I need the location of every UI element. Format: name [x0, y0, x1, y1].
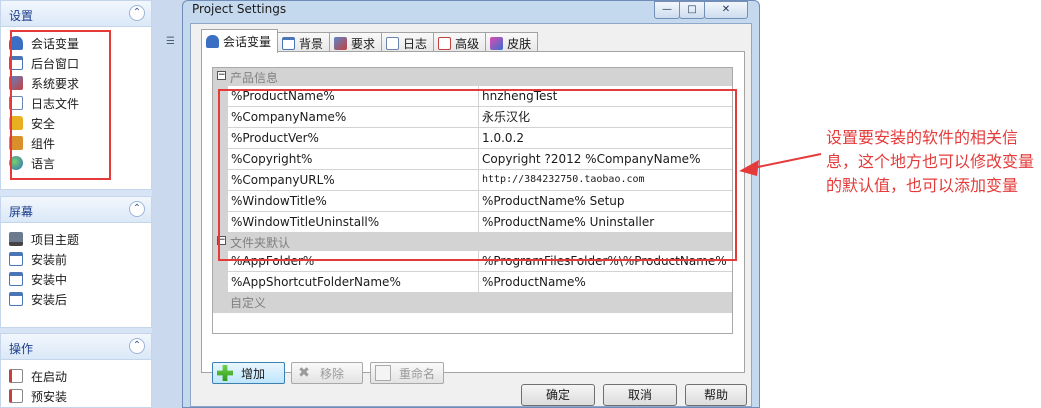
window-icon	[282, 36, 296, 50]
grip-icon: ☰	[166, 36, 175, 47]
screen-icon	[9, 272, 23, 286]
section-title: 屏幕	[9, 205, 34, 219]
arrow-head	[739, 160, 759, 176]
tab-skin[interactable]: 皮肤	[485, 32, 539, 53]
close-button[interactable]: ✕	[704, 1, 748, 19]
dialog-client-area: 会话变量 背景 要求 日志 高级 皮肤 − 产品信息 %ProductName%…	[190, 23, 752, 407]
task-pane: 设置 ⌃ 会话变量 后台窗口 系统要求 日志文件 安全 组件 语言 屏幕 ⌃ 项…	[0, 0, 152, 408]
arrow-line	[752, 153, 822, 169]
screen-icon	[9, 252, 23, 266]
tab-requirements[interactable]: 要求	[329, 32, 383, 53]
highlight-box-sidebar	[10, 30, 111, 180]
annotation-text: 设置要安装的软件的相关信息，这个地方也可以修改变量的默认值，也可以添加变量	[826, 128, 1035, 195]
variables-icon	[206, 35, 219, 48]
add-button[interactable]: 增加	[212, 362, 285, 384]
sidebar-item-during-install[interactable]: 安装中	[9, 269, 67, 289]
settings-section-header[interactable]: 设置 ⌃	[1, 1, 151, 27]
sidebar-item-before-install[interactable]: 安装前	[9, 249, 67, 269]
screen-icon	[9, 292, 23, 306]
highlight-box-product-info	[218, 89, 737, 261]
remove-icon: ✖	[298, 365, 310, 381]
grid-category-custom[interactable]: 自定义	[213, 293, 732, 313]
theme-icon	[9, 232, 23, 246]
collapse-icon[interactable]: ⌃	[129, 5, 145, 21]
tab-log[interactable]: 日志	[381, 32, 435, 53]
tab-panel: − 产品信息 %ProductName% hnzhengTest %Compan…	[201, 51, 745, 384]
tab-background[interactable]: 背景	[277, 32, 331, 53]
tab-session-variables[interactable]: 会话变量	[201, 29, 279, 53]
grid-category-product-info[interactable]: − 产品信息	[213, 68, 732, 86]
actions-section: 操作 ⌃ 在启动 预安装	[0, 333, 152, 408]
ok-button[interactable]: 确定	[521, 384, 595, 406]
screens-section-header[interactable]: 屏幕 ⌃	[1, 197, 151, 223]
cancel-button[interactable]: 取消	[603, 384, 677, 406]
annotation-arrow	[739, 153, 822, 176]
script-icon	[9, 389, 23, 403]
rename-button[interactable]: 重命名	[370, 362, 444, 384]
sidebar-item-on-startup[interactable]: 在启动	[9, 366, 67, 386]
collapse-icon[interactable]: ⌃	[129, 338, 145, 354]
splitter[interactable]: ☰	[152, 0, 186, 408]
tab-strip: 会话变量 背景 要求 日志 高级 皮肤	[201, 29, 539, 53]
collapse-toggle-icon[interactable]: −	[217, 71, 226, 80]
sidebar-item-project-theme[interactable]: 项目主题	[9, 229, 79, 249]
grid-row[interactable]: %AppShortcutFolderName% %ProductName%	[213, 272, 732, 293]
checklist-icon	[438, 36, 452, 50]
project-settings-dialog: Project Settings — □ ✕ 会话变量 背景 要求 日志 高级 …	[182, 0, 760, 408]
log-file-icon	[386, 36, 400, 50]
section-title: 操作	[9, 342, 34, 356]
section-title: 设置	[9, 9, 34, 23]
remove-button[interactable]: ✖ 移除	[291, 362, 363, 384]
sidebar-item-pre-install[interactable]: 预安装	[9, 386, 67, 406]
dialog-title: Project Settings	[192, 2, 287, 16]
tab-advanced[interactable]: 高级	[433, 32, 487, 53]
actions-section-header[interactable]: 操作 ⌃	[1, 334, 151, 360]
script-icon	[9, 369, 23, 383]
screens-section: 屏幕 ⌃ 项目主题 安装前 安装中 安装后	[0, 196, 152, 328]
minimize-button[interactable]: —	[654, 1, 680, 19]
sidebar-item-after-install[interactable]: 安装后	[9, 289, 67, 309]
requirements-icon	[334, 36, 348, 50]
plus-icon	[217, 365, 233, 381]
title-bar[interactable]: Project Settings — □ ✕	[183, 1, 759, 23]
maximize-button[interactable]: □	[679, 1, 705, 19]
collapse-icon[interactable]: ⌃	[129, 201, 145, 217]
rename-icon	[375, 365, 391, 381]
help-button[interactable]: 帮助	[685, 384, 747, 406]
skin-icon	[490, 36, 504, 50]
